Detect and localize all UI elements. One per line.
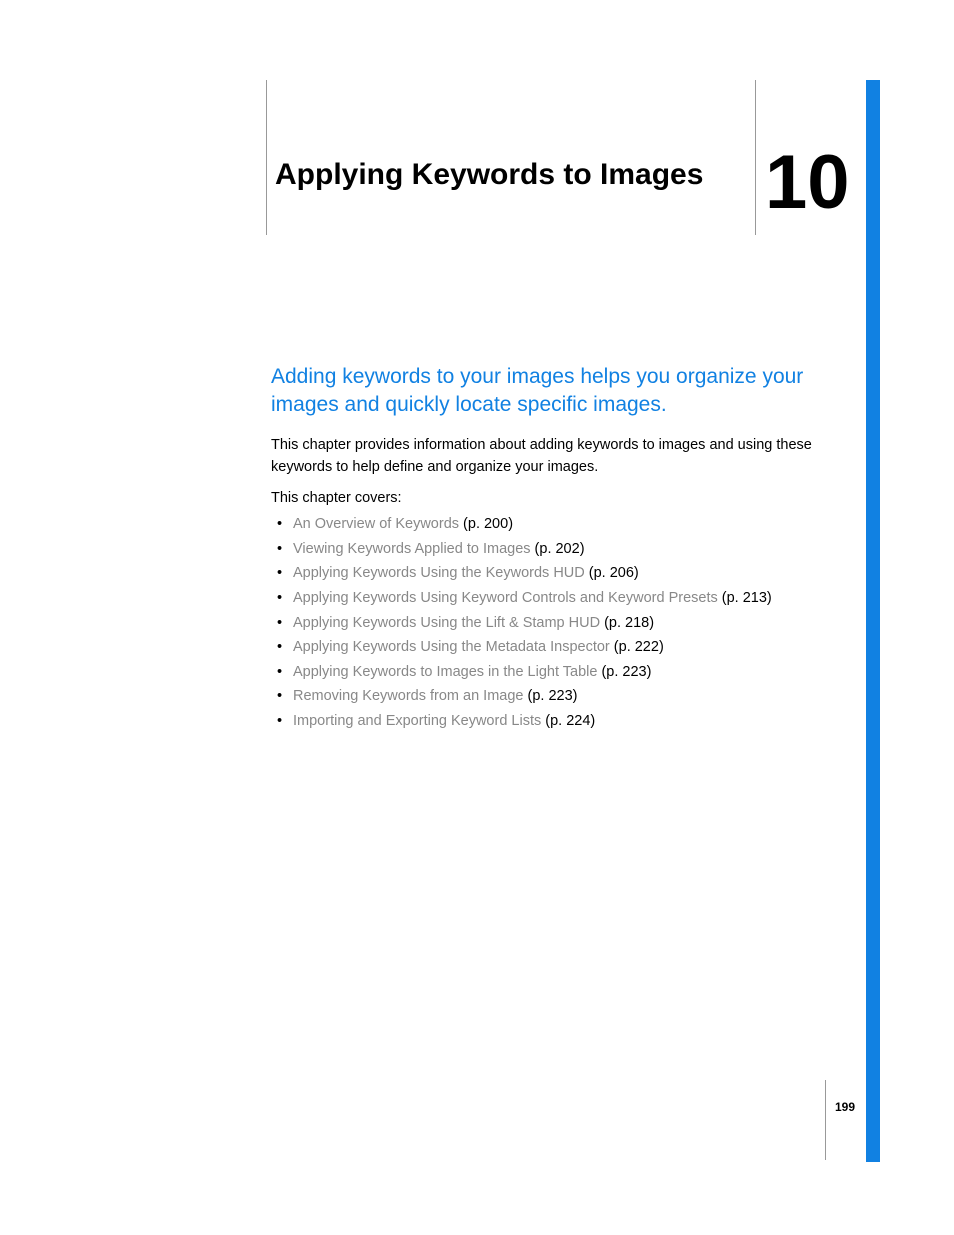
toc-page: (p. 202): [535, 541, 585, 557]
chapter-number: 10: [765, 145, 850, 221]
covers-label: This chapter covers:: [271, 490, 402, 506]
toc-item: Applying Keywords Using the Keywords HUD…: [275, 561, 830, 586]
toc-link[interactable]: Applying Keywords to Images in the Light…: [293, 664, 597, 680]
section-heading: Adding keywords to your images helps you…: [271, 363, 831, 420]
toc-item: Importing and Exporting Keyword Lists (p…: [275, 709, 830, 734]
toc-page: (p. 218): [604, 615, 654, 631]
intro-paragraph: This chapter provides information about …: [271, 435, 831, 479]
toc-item: Removing Keywords from an Image (p. 223): [275, 684, 830, 709]
toc-page: (p. 222): [614, 639, 664, 655]
title-divider-left: [266, 80, 267, 235]
toc-list: An Overview of Keywords (p. 200) Viewing…: [275, 512, 830, 734]
page-number: 199: [835, 1100, 855, 1114]
toc-page: (p. 206): [589, 565, 639, 581]
toc-item: Applying Keywords Using the Metadata Ins…: [275, 635, 830, 660]
toc-item: Applying Keywords Using the Lift & Stamp…: [275, 611, 830, 636]
page-container: Applying Keywords to Images 10 Adding ke…: [0, 0, 954, 1235]
toc-item: Applying Keywords to Images in the Light…: [275, 660, 830, 685]
toc-page: (p. 223): [528, 688, 578, 704]
toc-item: Viewing Keywords Applied to Images (p. 2…: [275, 537, 830, 562]
toc-link[interactable]: Viewing Keywords Applied to Images: [293, 541, 531, 557]
chapter-title: Applying Keywords to Images: [275, 158, 703, 192]
toc-link[interactable]: Applying Keywords Using Keyword Controls…: [293, 590, 718, 606]
chapter-tab: [866, 80, 880, 1162]
toc-page: (p. 223): [601, 664, 651, 680]
footer-divider: [825, 1080, 826, 1160]
toc-link[interactable]: Removing Keywords from an Image: [293, 688, 524, 704]
toc-page: (p. 213): [722, 590, 772, 606]
toc-item: An Overview of Keywords (p. 200): [275, 512, 830, 537]
toc-link[interactable]: Applying Keywords Using the Lift & Stamp…: [293, 615, 600, 631]
toc-link[interactable]: Applying Keywords Using the Keywords HUD: [293, 565, 585, 581]
toc-item: Applying Keywords Using Keyword Controls…: [275, 586, 830, 611]
toc-link[interactable]: Applying Keywords Using the Metadata Ins…: [293, 639, 610, 655]
toc-link[interactable]: An Overview of Keywords: [293, 516, 459, 532]
toc-page: (p. 200): [463, 516, 513, 532]
title-divider-right: [755, 80, 756, 235]
toc-page: (p. 224): [545, 713, 595, 729]
toc-link[interactable]: Importing and Exporting Keyword Lists: [293, 713, 541, 729]
